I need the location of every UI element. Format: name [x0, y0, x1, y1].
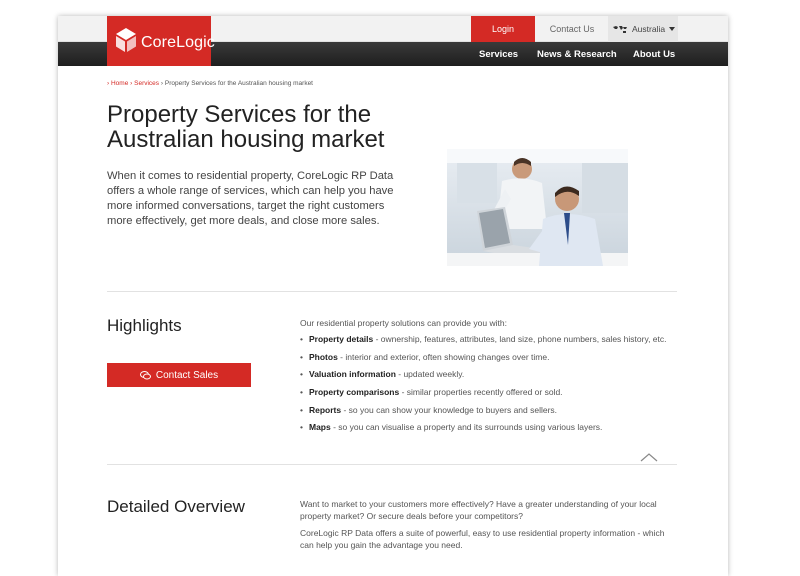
list-item: Property details - ownership, features, … — [300, 334, 680, 345]
overview-paragraph: Want to market to your customers more ef… — [300, 499, 657, 521]
list-item: Maps - so you can visualise a property a… — [300, 422, 680, 433]
contact-us-link[interactable]: Contact Us — [536, 16, 608, 42]
list-item: Reports - so you can show your knowledge… — [300, 405, 680, 416]
page: CoreLogic Login Contact Us Australia Ser… — [58, 16, 728, 576]
chevron-up-icon[interactable] — [640, 452, 658, 462]
nav-news-research[interactable]: News & Research — [537, 42, 617, 66]
cube-logo-icon — [116, 28, 136, 52]
contact-sales-label: Contact Sales — [155, 369, 219, 381]
contact-sales-button[interactable]: Contact Sales — [107, 363, 251, 387]
country-selector[interactable]: Australia — [608, 16, 678, 42]
breadcrumb-current: Property Services for the Australian hou… — [164, 80, 313, 87]
nav-services[interactable]: Services — [479, 42, 518, 66]
overview-paragraph: CoreLogic RP Data offers a suite of powe… — [300, 528, 665, 550]
country-label: Australia — [632, 24, 666, 34]
highlights-lead: Our residential property solutions can p… — [300, 318, 507, 328]
login-button[interactable]: Login — [471, 16, 535, 42]
breadcrumb-home[interactable]: Home — [111, 80, 128, 87]
breadcrumb-services[interactable]: Services — [134, 80, 159, 87]
business-men-photo — [447, 149, 628, 266]
list-item: Property comparisons - similar propertie… — [300, 387, 680, 398]
corelogic-logo[interactable]: CoreLogic — [107, 16, 215, 66]
chat-bubble-icon — [139, 370, 151, 379]
list-item: Photos - interior and exterior, often sh… — [300, 352, 680, 363]
world-map-icon — [613, 25, 627, 33]
breadcrumb: › Home › Services › Property Services fo… — [107, 80, 313, 87]
list-item: Valuation information - updated weekly. — [300, 369, 680, 380]
brand-name: CoreLogic — [141, 34, 215, 51]
section-divider — [107, 291, 677, 292]
section-divider — [107, 464, 677, 465]
highlights-list: Property details - ownership, features, … — [300, 334, 680, 440]
highlights-heading: Highlights — [107, 316, 182, 335]
intro-paragraph: When it comes to residential property, C… — [107, 170, 394, 227]
overview-heading: Detailed Overview — [107, 497, 245, 516]
caret-down-icon — [669, 27, 676, 31]
nav-about-us[interactable]: About Us — [633, 42, 675, 66]
page-title: Property Services for the Australian hou… — [107, 101, 385, 153]
